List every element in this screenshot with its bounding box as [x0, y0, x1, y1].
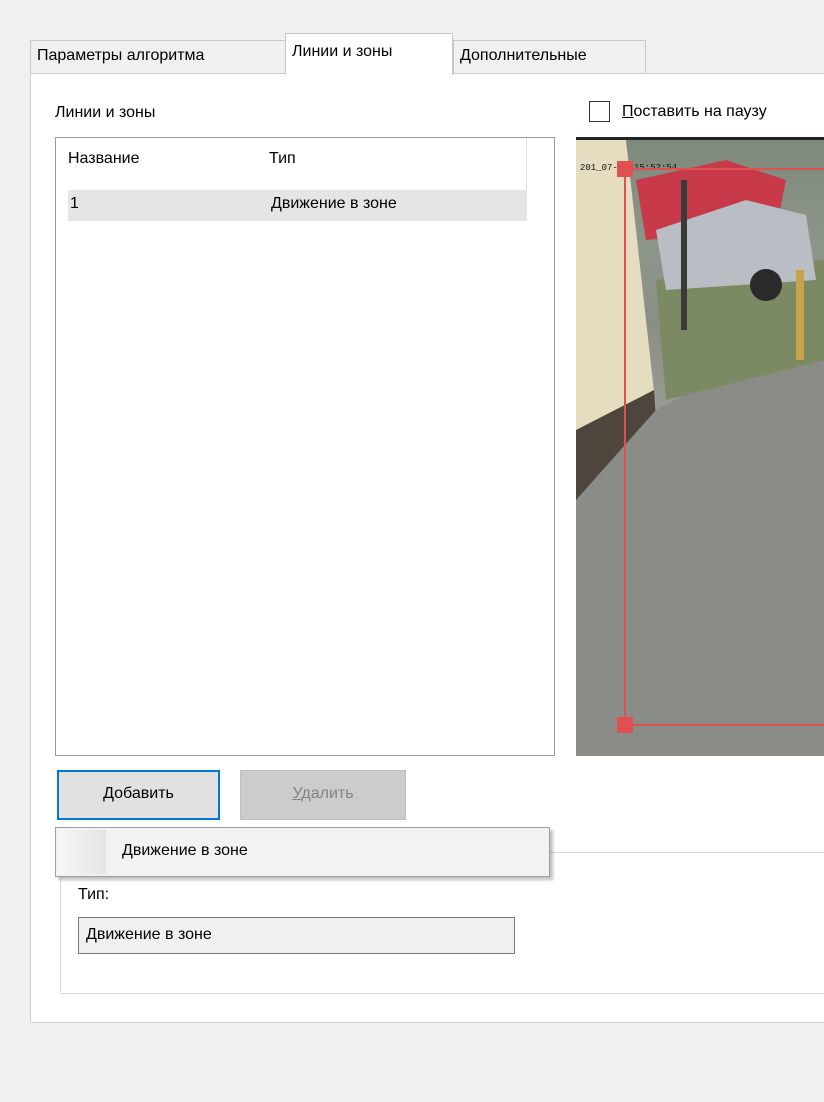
lines-zones-label: Линии и зоны	[55, 104, 156, 121]
video-preview[interactable]: 201_07-2_ 15:52:54	[576, 137, 824, 756]
row-name-cell: 1	[70, 195, 79, 212]
tab-lines-zones-label: Линии и зоны	[292, 43, 393, 60]
column-divider	[526, 138, 527, 190]
pause-checkbox[interactable]	[589, 101, 610, 122]
tab-lines-zones[interactable]: Линии и зоны	[285, 33, 453, 75]
pause-label-accel: П	[622, 103, 634, 120]
yellow-post	[796, 270, 804, 360]
pole	[681, 180, 687, 330]
column-header-name[interactable]: Название	[68, 150, 140, 168]
menu-icon-gutter	[58, 830, 106, 874]
tab-additional-label: Дополнительные	[460, 47, 587, 64]
table-row[interactable]: 1 Движение в зоне	[68, 190, 527, 221]
add-button-text: обавить	[114, 785, 174, 802]
lines-zones-list[interactable]: Название Тип 1 Движение в зоне	[55, 137, 555, 756]
column-header-type[interactable]: Тип	[269, 150, 296, 168]
delete-button-text: далить	[301, 785, 354, 802]
zone-handle-top-left[interactable]	[617, 161, 633, 177]
add-dropdown-menu: Движение в зоне	[55, 827, 550, 877]
list-header: Название Тип	[56, 138, 554, 190]
row-type-cell: Движение в зоне	[271, 195, 397, 212]
menu-item-motion-in-zone[interactable]: Движение в зоне	[122, 842, 248, 860]
pause-label-text: оставить на паузу	[633, 103, 767, 120]
type-field: Движение в зоне	[78, 917, 515, 954]
tab-additional[interactable]: Дополнительные	[453, 40, 646, 74]
tab-bar: Параметры алгоритма Линии и зоны Дополни…	[30, 33, 824, 75]
car-wheel	[750, 269, 782, 301]
tab-algorithm-params-label: Параметры алгоритма	[37, 47, 205, 64]
pause-label[interactable]: Поставить на паузу	[622, 103, 767, 121]
add-button-accel: Д	[103, 785, 115, 802]
delete-button[interactable]: Удалить	[240, 770, 406, 820]
video-frame: 201_07-2_ 15:52:54	[576, 140, 824, 756]
zone-handle-bottom-left[interactable]	[617, 717, 633, 733]
add-button[interactable]: Добавить	[57, 770, 220, 820]
tab-algorithm-params[interactable]: Параметры алгоритма	[30, 40, 286, 74]
type-label: Тип:	[78, 886, 110, 903]
